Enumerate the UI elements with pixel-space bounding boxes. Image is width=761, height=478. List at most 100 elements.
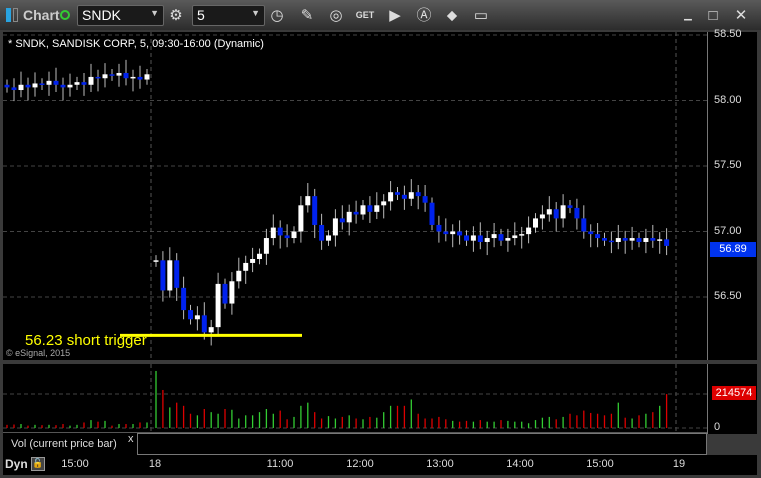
candle-body bbox=[160, 260, 166, 291]
candle-body bbox=[236, 270, 242, 282]
candle-body bbox=[4, 84, 10, 88]
volume-chart[interactable] bbox=[3, 364, 707, 434]
candle-body bbox=[319, 224, 325, 241]
candle-body bbox=[194, 315, 200, 320]
candle-body bbox=[123, 72, 129, 79]
candle-body bbox=[60, 84, 66, 88]
candle-body bbox=[130, 76, 136, 79]
candle-body bbox=[270, 227, 276, 239]
chart-header: * SNDK, SANDISK CORP, 5, 09:30-16:00 (Dy… bbox=[8, 38, 264, 50]
volume-legend: Vol (current price bar) x bbox=[3, 432, 707, 455]
candle-body bbox=[408, 192, 414, 199]
candle-body bbox=[67, 84, 73, 88]
x-tick-label: 18 bbox=[148, 458, 162, 470]
x-tick-label: 12:00 bbox=[346, 458, 374, 470]
toolbar: Chart SNDK ▼ ⚙ 5 ▼ ◷ ✎ ◎ GET ▶ Ⓐ ⬥ ▭ ▁ □ ✕ bbox=[0, 0, 761, 30]
candle-body bbox=[664, 239, 670, 246]
candle-body bbox=[46, 80, 52, 85]
candle-body bbox=[137, 76, 143, 80]
candle-body bbox=[374, 205, 380, 212]
candle-body bbox=[339, 218, 345, 223]
status-indicator-icon bbox=[60, 10, 70, 20]
candle-body bbox=[174, 260, 180, 288]
candle-body bbox=[546, 209, 552, 215]
candle-body bbox=[109, 74, 115, 76]
window-handle-icon bbox=[6, 8, 11, 22]
price-chart[interactable]: * SNDK, SANDISK CORP, 5, 09:30-16:00 (Dy… bbox=[3, 32, 707, 360]
lock-icon[interactable]: 🔓 bbox=[31, 457, 45, 471]
candle-body bbox=[208, 327, 214, 333]
candle-body bbox=[401, 194, 407, 199]
candle-body bbox=[215, 283, 221, 328]
link-icon[interactable]: ⬥ bbox=[441, 5, 463, 26]
candle-body bbox=[53, 80, 59, 85]
candle-body bbox=[144, 74, 150, 80]
y-tick-label: 57.50 bbox=[714, 159, 742, 171]
study-icon[interactable]: ◎ bbox=[325, 5, 347, 26]
candle-body bbox=[277, 227, 283, 236]
candle-body bbox=[519, 234, 525, 236]
candle-body bbox=[11, 87, 17, 91]
close-study-button[interactable]: x bbox=[128, 433, 134, 445]
candle-body bbox=[491, 234, 497, 239]
candle-body bbox=[305, 196, 311, 206]
candle-body bbox=[470, 235, 476, 241]
candle-body bbox=[229, 281, 235, 304]
candle-body bbox=[326, 235, 331, 241]
candle-body bbox=[188, 310, 193, 320]
candle-body bbox=[360, 205, 366, 215]
x-tick-label: 11:00 bbox=[266, 458, 294, 470]
x-tick-label: 14:00 bbox=[506, 458, 534, 470]
window-handle-icon bbox=[13, 8, 18, 22]
candle-body bbox=[650, 238, 656, 241]
y-tick-label: 56.50 bbox=[714, 290, 742, 302]
candle-body bbox=[567, 205, 573, 208]
candle-body bbox=[25, 84, 31, 88]
clock-icon[interactable]: ◷ bbox=[266, 5, 288, 26]
candle-body bbox=[615, 238, 621, 242]
candle-body bbox=[95, 76, 101, 79]
candle-body bbox=[298, 205, 304, 232]
pencil-icon[interactable]: ✎ bbox=[296, 5, 318, 26]
window-title: Chart bbox=[23, 7, 60, 23]
candle-body bbox=[443, 231, 449, 235]
dyn-label: Dyn bbox=[5, 457, 28, 471]
price-axis[interactable]: 58.50 58.00 57.50 57.00 56.50 56.89 bbox=[707, 28, 757, 360]
candle-body bbox=[553, 209, 559, 219]
copyright: © eSignal, 2015 bbox=[6, 348, 71, 358]
candle-body bbox=[477, 235, 483, 242]
candle-body bbox=[291, 231, 297, 239]
alert-icon[interactable]: Ⓐ bbox=[413, 5, 435, 26]
symbol-input[interactable]: SNDK ▼ bbox=[77, 5, 164, 26]
x-tick-label: 15:00 bbox=[61, 458, 89, 470]
candle-body bbox=[574, 207, 580, 219]
settings-icon[interactable]: ⚙ bbox=[165, 5, 187, 26]
candle-body bbox=[505, 238, 511, 241]
candle-body bbox=[243, 262, 249, 271]
study-input-box[interactable] bbox=[137, 433, 707, 455]
y-tick-label: 57.00 bbox=[714, 224, 742, 237]
candle-body bbox=[629, 238, 635, 241]
candle-body bbox=[18, 84, 24, 91]
play-icon[interactable]: ▶ bbox=[384, 5, 406, 26]
candle-body bbox=[450, 231, 456, 235]
candle-body bbox=[74, 82, 80, 85]
candle-body bbox=[381, 201, 387, 206]
candle-body bbox=[457, 231, 463, 236]
candle-body bbox=[436, 224, 442, 232]
candle-body bbox=[102, 74, 108, 79]
maximize-button[interactable]: □ bbox=[702, 5, 724, 26]
x-tick-label: 19 bbox=[672, 458, 686, 470]
close-button[interactable]: ✕ bbox=[730, 5, 752, 26]
time-axis[interactable]: Dyn 🔓 15:00 18 11:00 12:00 13:00 14:00 15:00 19 bbox=[3, 455, 757, 475]
minimize-button[interactable]: ▁ bbox=[677, 5, 699, 26]
candle-body bbox=[367, 205, 373, 212]
candle-body bbox=[284, 235, 290, 239]
get-icon[interactable]: GET bbox=[354, 5, 376, 26]
candle-body bbox=[608, 240, 614, 243]
comment-icon[interactable]: ▭ bbox=[470, 5, 492, 26]
interval-input[interactable]: 5 ▼ bbox=[192, 5, 265, 26]
candle-body bbox=[464, 235, 469, 241]
candle-body bbox=[353, 211, 359, 215]
candle-body bbox=[39, 83, 45, 85]
